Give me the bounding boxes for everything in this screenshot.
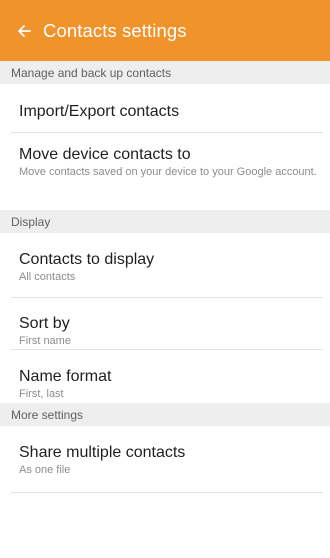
move-device-contacts-item[interactable]: Move device contacts to Move contacts sa… [0,133,330,210]
item-subtitle: As one file [19,464,71,476]
contacts-settings-screen: Contacts settings Manage and back up con… [0,0,330,558]
import-export-contacts-item[interactable]: Import/Export contacts [0,84,330,133]
section-header-display: Display [0,210,330,233]
arrow-left-icon [18,24,31,37]
item-title: Name format [19,368,112,385]
item-subtitle: Move contacts saved on your device to yo… [19,166,317,178]
item-title: Sort by [19,315,70,332]
contacts-to-display-item[interactable]: Contacts to display All contacts [0,233,330,298]
divider [11,492,323,493]
item-subtitle: First name [19,335,71,347]
item-subtitle: All contacts [19,271,76,283]
item-title: Contacts to display [19,251,155,268]
item-title: Move device contacts to [19,146,191,163]
sort-by-item[interactable]: Sort by First name [0,298,330,350]
share-multiple-contacts-item[interactable]: Share multiple contacts As one file [0,426,330,493]
item-subtitle: First, last [19,388,64,400]
section-header-manage: Manage and back up contacts [0,61,330,84]
app-bar: Contacts settings [0,0,330,61]
name-format-item[interactable]: Name format First, last [0,350,330,403]
item-title: Import/Export contacts [19,103,180,120]
section-header-more: More settings [0,403,330,426]
item-title: Share multiple contacts [19,444,186,461]
back-button[interactable] [11,18,37,44]
page-title: Contacts settings [43,19,187,41]
